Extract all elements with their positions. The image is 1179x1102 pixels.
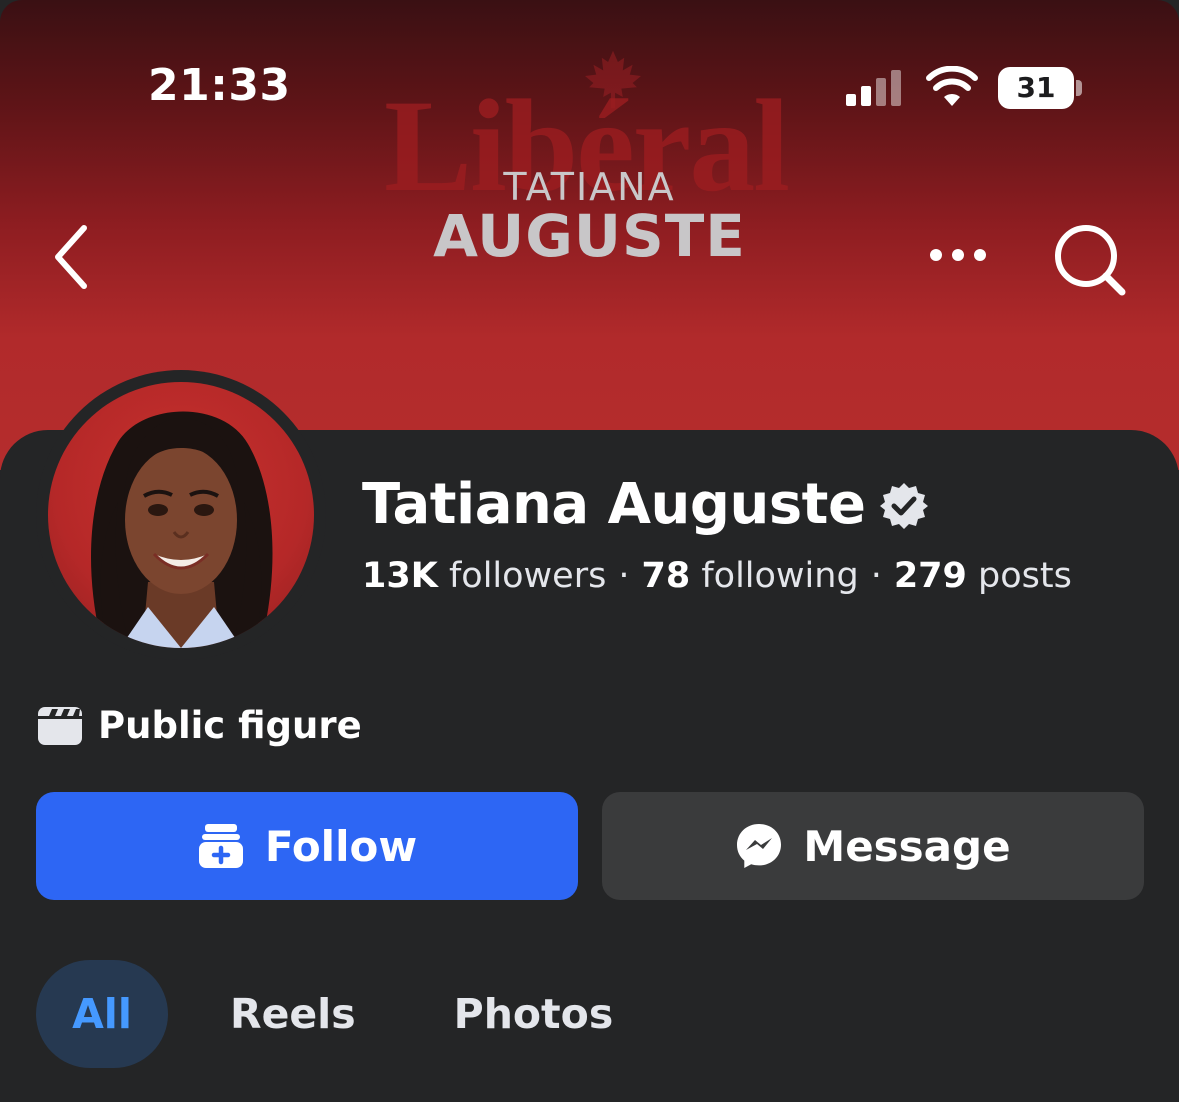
battery-level: 31 <box>1016 71 1056 104</box>
category-label: Public figure <box>98 704 362 747</box>
tab-reels[interactable]: Reels <box>196 960 390 1068</box>
search-icon <box>1055 225 1126 296</box>
profile-name: Tatiana Auguste <box>362 472 866 537</box>
following-count: 78 <box>641 556 691 596</box>
profile-stats: 13K followers · 78 following · 279 posts <box>362 556 1072 596</box>
wifi-icon <box>926 66 978 106</box>
profile-screen: Libéral TATIANA AUGUSTE 21:33 31 Tatiana… <box>0 0 1179 1102</box>
posts-label: posts <box>966 556 1072 596</box>
message-button[interactable]: Message <box>602 792 1144 900</box>
clapperboard-icon <box>38 706 82 745</box>
followers-label: followers <box>437 556 607 596</box>
verified-badge-icon <box>880 482 929 529</box>
following-link[interactable]: 78 following <box>641 556 858 596</box>
tab-photos[interactable]: Photos <box>420 960 648 1068</box>
separator-dot: · <box>618 556 630 596</box>
profile-name-row: Tatiana Auguste <box>362 472 929 537</box>
more-options-button[interactable] <box>920 232 996 278</box>
search-button[interactable] <box>1048 218 1132 302</box>
battery-icon: 31 <box>998 67 1082 109</box>
followers-count: 13K <box>362 556 438 596</box>
content-tabs: All Reels Photos <box>36 960 647 1068</box>
back-button[interactable] <box>48 222 96 292</box>
follow-add-icon <box>198 824 243 868</box>
separator-dot: · <box>870 556 882 596</box>
tab-all[interactable]: All <box>36 960 168 1068</box>
cover-last-name: AUGUSTE <box>433 202 746 270</box>
chevron-left-icon <box>55 225 87 289</box>
posts-link[interactable]: 279 posts <box>894 556 1072 596</box>
more-horizontal-icon <box>930 249 986 261</box>
following-label: following <box>690 556 859 596</box>
follow-button[interactable]: Follow <box>36 792 578 900</box>
status-time: 21:33 <box>148 60 291 111</box>
profile-avatar[interactable] <box>48 382 314 648</box>
message-label: Message <box>803 821 1011 871</box>
cellular-signal-icon <box>846 70 901 106</box>
messenger-icon <box>737 824 782 868</box>
profile-category: Public figure <box>38 704 362 747</box>
followers-link[interactable]: 13K followers <box>362 556 606 596</box>
posts-count: 279 <box>893 556 967 596</box>
profile-photo <box>91 411 273 648</box>
follow-label: Follow <box>264 821 418 871</box>
